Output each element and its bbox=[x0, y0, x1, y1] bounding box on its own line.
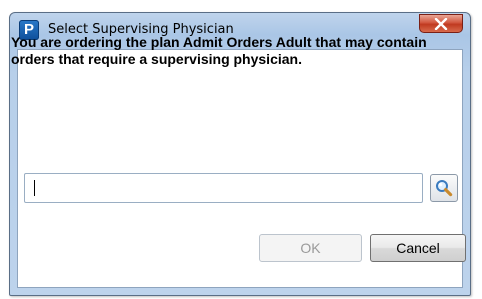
cancel-button[interactable]: Cancel bbox=[370, 234, 466, 262]
ok-button[interactable]: OK bbox=[259, 234, 362, 262]
close-button[interactable] bbox=[419, 14, 463, 33]
physician-search-input[interactable] bbox=[24, 173, 423, 203]
magnifier-icon bbox=[436, 180, 453, 197]
search-button[interactable] bbox=[430, 174, 458, 202]
close-x-icon bbox=[434, 17, 448, 30]
text-cursor bbox=[34, 180, 35, 196]
dialog-message: You are ordering the plan Admit Orders A… bbox=[11, 34, 427, 67]
